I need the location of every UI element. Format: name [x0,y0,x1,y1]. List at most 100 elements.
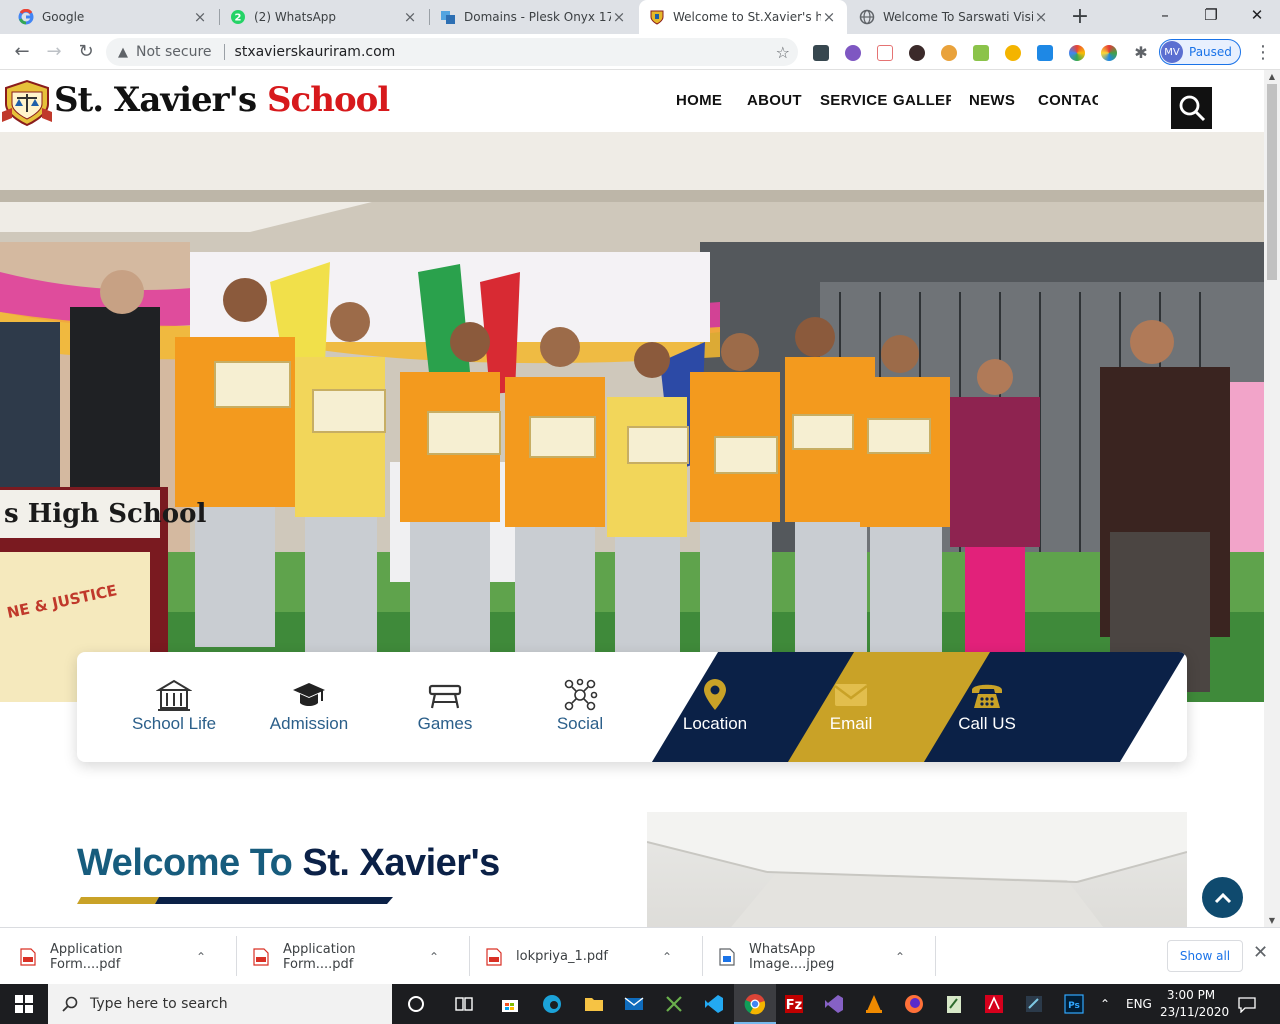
browser-tab-plesk[interactable]: Domains - Plesk Onyx 17.8. × [430,0,637,34]
nav-home[interactable]: HOME [676,92,722,109]
telephone-icon [972,684,1002,708]
url-text[interactable]: stxavierskauriram.com [235,44,396,60]
photoshop-icon[interactable]: Ps [1060,990,1088,1018]
taskbar-clock[interactable]: 3:00 PM 23/11/2020 [1160,987,1229,1021]
browser-tab-google[interactable]: Google × [8,0,218,34]
app-icon[interactable] [1020,990,1048,1018]
visual-studio-icon[interactable] [820,990,848,1018]
scrollbar-thumb[interactable] [1267,84,1277,280]
quick-link-admission[interactable]: Admission [241,652,377,762]
download-separator [469,936,470,976]
extension-icon[interactable] [1037,45,1053,61]
store-icon[interactable] [496,990,524,1018]
extension-icon[interactable] [813,45,829,61]
chevron-up-icon[interactable]: ⌃ [662,950,672,964]
quick-link-games[interactable]: Games [377,652,513,762]
nav-contact[interactable]: CONTACT [1038,92,1098,109]
snipping-tool-icon[interactable] [660,990,688,1018]
search-icon [1179,95,1205,122]
puzzle-extensions-icon[interactable]: ✱ [1133,45,1149,61]
windows-start-button[interactable] [0,984,48,1024]
security-label[interactable]: Not secure [136,44,212,60]
download-item[interactable]: lokpriya_1.pdf ⌃ [486,928,672,985]
quick-link-school-life[interactable]: School Life [106,652,242,762]
show-all-downloads-button[interactable]: Show all [1167,940,1243,972]
reload-icon[interactable]: ↻ [74,40,98,64]
extension-icon[interactable] [909,45,925,61]
address-bar[interactable]: ▲ Not secure stxavierskauriram.com ☆ [106,38,798,66]
browser-tab-stxaviers[interactable]: Welcome to St.Xavier's high × [639,0,847,34]
minimize-window-icon[interactable]: – [1142,0,1188,30]
site-search-button[interactable] [1171,87,1212,129]
kebab-menu-icon[interactable]: ⋮ [1254,42,1272,63]
restore-window-icon[interactable]: ❐ [1188,0,1234,30]
vs-code-icon[interactable] [700,990,728,1018]
chevron-up-icon[interactable]: ⌃ [196,950,206,964]
cortana-icon[interactable] [402,990,430,1018]
browser-tab-sarswati[interactable]: Welcome To Sarswati Vision × [849,0,1059,34]
edge-browser-icon[interactable] [538,990,566,1018]
quick-link-location[interactable]: Location [647,652,783,762]
close-tab-icon[interactable]: × [821,8,837,26]
browser-tab-whatsapp[interactable]: 2 (2) WhatsApp × [220,0,428,34]
extension-icon[interactable] [845,45,861,61]
file-explorer-icon[interactable] [580,990,608,1018]
close-download-shelf-icon[interactable]: ✕ [1253,942,1268,963]
back-arrow-icon[interactable]: ← [10,40,34,64]
language-indicator[interactable]: ENG [1126,984,1152,1024]
school-logo-text[interactable]: St. Xavier's School [54,78,390,122]
windows-logo-icon [15,995,33,1013]
plesk-icon [440,9,456,25]
close-window-icon[interactable]: ✕ [1234,0,1280,30]
scroll-up-arrow-icon[interactable]: ▲ [1264,72,1280,81]
download-item[interactable]: WhatsApp Image....jpeg ⌃ [719,928,905,985]
nav-gallery[interactable]: GALLERY [893,92,951,109]
task-view-icon[interactable] [450,990,478,1018]
school-crest-logo[interactable] [2,78,52,128]
quick-links-bar: School Life Admission Games Social Locat… [77,652,1187,762]
extension-icon[interactable] [973,45,989,61]
download-item[interactable]: Application Form....pdf ⌃ [253,928,439,985]
hero-banner-text: s High School [4,499,206,529]
new-tab-button[interactable]: + [1068,4,1092,30]
extension-icon[interactable] [1069,45,1085,61]
close-tab-icon[interactable]: × [1033,8,1049,26]
quick-link-social[interactable]: Social [512,652,648,762]
notifications-icon[interactable] [1238,984,1256,1024]
scroll-to-top-button[interactable] [1202,877,1243,918]
filezilla-icon[interactable]: Fz [780,990,808,1018]
pdf-file-icon [20,947,36,966]
taskbar-search-box[interactable]: Type here to search [48,984,392,1024]
tray-chevron-up-icon[interactable]: ⌃ [1100,984,1110,1024]
vlc-icon[interactable] [860,990,888,1018]
close-tab-icon[interactable]: × [611,8,627,26]
pdf-file-icon [486,947,502,966]
nav-about[interactable]: ABOUT [747,92,802,109]
notepad-icon[interactable] [940,990,968,1018]
extension-icon[interactable] [1101,45,1117,61]
warning-triangle-icon[interactable]: ▲ [118,45,128,60]
hero-slider[interactable]: s High School NE & JUSTICE [0,132,1264,702]
close-tab-icon[interactable]: × [192,8,208,26]
firefox-icon[interactable] [900,990,928,1018]
extension-icon[interactable] [1005,45,1021,61]
quick-link-call-us[interactable]: Call US [919,652,1055,762]
bookmark-star-icon[interactable]: ☆ [776,43,790,62]
map-pin-icon [704,679,726,710]
chrome-icon[interactable] [741,990,769,1018]
extension-icon[interactable] [941,45,957,61]
mail-icon[interactable] [620,990,648,1018]
nav-service[interactable]: SERVICE [820,92,888,109]
forward-arrow-icon[interactable]: → [42,40,66,64]
chevron-up-icon[interactable]: ⌃ [429,950,439,964]
acrobat-icon[interactable] [980,990,1008,1018]
download-item[interactable]: Application Form....pdf ⌃ [20,928,206,985]
close-tab-icon[interactable]: × [402,8,418,26]
profile-button[interactable]: MV Paused [1159,39,1241,65]
extension-icon[interactable] [877,45,893,61]
nav-news[interactable]: NEWS [969,92,1015,109]
chevron-up-icon[interactable]: ⌃ [895,950,905,964]
scroll-down-arrow-icon[interactable]: ▼ [1264,916,1280,925]
page-scrollbar[interactable]: ▲ ▼ [1264,70,1280,927]
quick-link-email[interactable]: Email [783,652,919,762]
